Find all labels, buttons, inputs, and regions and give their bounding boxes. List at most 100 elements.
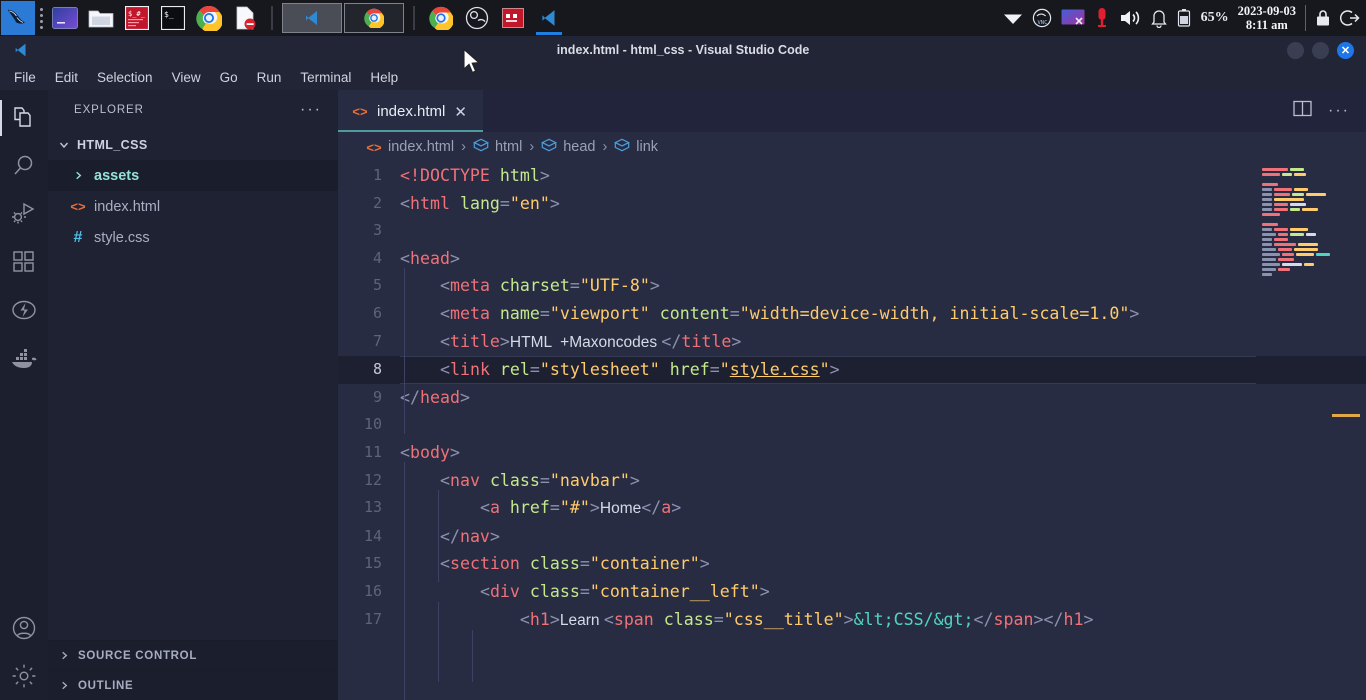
minimap[interactable] [1262, 168, 1358, 700]
menu-run[interactable]: Run [257, 70, 282, 85]
code-editor[interactable]: 1 <!DOCTYPE html> 2 <html lang="en"> 3 4 <head… [338, 162, 1366, 700]
code-line[interactable]: 6 <meta name="viewport" content="width=d… [338, 300, 1366, 328]
code-text[interactable]: <html lang="en"> [400, 190, 1366, 218]
code-line[interactable]: 5 <meta charset="UTF-8"> [338, 272, 1366, 300]
maximize-button[interactable] [1312, 42, 1329, 59]
sidebar-item-search[interactable] [0, 142, 48, 190]
obs-tray-icon[interactable] [462, 4, 492, 32]
code-line[interactable]: 7 <title>HTML +Maxoncodes </title> [338, 328, 1366, 357]
code-text[interactable] [400, 217, 1366, 245]
breadcrumb[interactable]: <> index.html › html › head › link [338, 132, 1366, 162]
recorder-tray-icon[interactable] [498, 4, 528, 32]
code-text[interactable]: <a href="#">Home</a> [400, 494, 1366, 523]
battery-icon[interactable] [1177, 8, 1192, 28]
system-tray[interactable]: VNC 65% 2023-09-03 8:11 am [1003, 0, 1366, 36]
code-text[interactable]: <link rel="stylesheet" href="style.css"> [400, 356, 1366, 384]
taskbar-vscode-window[interactable] [282, 3, 342, 33]
menu-file[interactable]: File [14, 70, 36, 85]
code-text[interactable]: <nav class="navbar"> [400, 467, 1366, 495]
wifi-icon[interactable] [1003, 10, 1023, 26]
code-line[interactable]: 4 <head> [338, 245, 1366, 273]
ellipsis-icon[interactable]: ··· [300, 102, 322, 118]
code-text[interactable]: <meta charset="UTF-8"> [400, 272, 1366, 300]
code-line[interactable]: 11 <body> [338, 439, 1366, 467]
code-text[interactable]: </head> [400, 384, 1366, 412]
tab-index-html[interactable]: <> index.html ✕ [338, 90, 483, 132]
ellipsis-icon[interactable]: ··· [1328, 103, 1350, 119]
breadcrumb-file[interactable]: <> index.html [366, 139, 454, 155]
list-item-index-html[interactable]: <> index.html [48, 191, 338, 222]
code-text[interactable]: <!DOCTYPE html> [400, 162, 1366, 190]
sidebar-item-extensions[interactable] [0, 238, 48, 286]
lock-icon[interactable] [1315, 8, 1331, 28]
activity-bar[interactable] [0, 90, 48, 700]
os-taskbar[interactable]: $_#_ $_ VNC 65% 2023-09-03 8:11 am [0, 0, 1366, 36]
code-line[interactable]: 15 <section class="container"> [338, 550, 1366, 578]
close-icon[interactable]: ✕ [454, 103, 467, 121]
menu-go[interactable]: Go [220, 70, 238, 85]
sidebar-item-settings[interactable] [0, 652, 48, 700]
code-line[interactable]: 3 [338, 217, 1366, 245]
code-line[interactable]: 16 <div class="container__left"> [338, 578, 1366, 606]
vnc-icon[interactable]: VNC [1032, 8, 1052, 28]
taskbar-chrome-window[interactable] [344, 3, 404, 33]
breadcrumb-head[interactable]: head [541, 138, 595, 156]
code-text[interactable]: <body> [400, 439, 1366, 467]
breadcrumb-link[interactable]: link [614, 138, 658, 156]
terminal-gradient-icon[interactable] [50, 4, 80, 32]
code-line[interactable]: 2 <html lang="en"> [338, 190, 1366, 218]
code-line[interactable]: 8 <link rel="stylesheet" href="style.css… [338, 356, 1366, 384]
microphone-icon[interactable] [1094, 7, 1110, 29]
display-icon[interactable] [1061, 9, 1085, 27]
breadcrumb-html[interactable]: html [472, 138, 522, 156]
list-item-assets[interactable]: assets [48, 160, 338, 191]
code-line[interactable]: 10 [338, 411, 1366, 439]
kali-menu-icon[interactable] [1, 1, 35, 35]
editor-toolbar[interactable]: ··· [1293, 90, 1366, 132]
root-terminal-icon[interactable]: $_#_ [122, 4, 152, 32]
sidebar-item-explorer[interactable] [0, 94, 48, 142]
menubar[interactable]: File Edit Selection View Go Run Terminal… [0, 64, 1366, 90]
code-text[interactable]: <head> [400, 245, 1366, 273]
file-manager-icon[interactable] [86, 4, 116, 32]
menu-help[interactable]: Help [370, 70, 398, 85]
code-text[interactable] [400, 411, 1366, 439]
code-text[interactable]: <title>HTML +Maxoncodes </title> [400, 328, 1366, 357]
clock[interactable]: 2023-09-03 8:11 am [1238, 4, 1296, 32]
code-line[interactable]: 14 </nav> [338, 523, 1366, 551]
code-line[interactable]: 12 <nav class="navbar"> [338, 467, 1366, 495]
section-source-control[interactable]: SOURCE CONTROL [48, 640, 338, 670]
code-line[interactable]: 1 <!DOCTYPE html> [338, 162, 1366, 190]
sidebar-item-docker[interactable] [0, 334, 48, 382]
section-outline[interactable]: OUTLINE [48, 670, 338, 700]
terminal-icon[interactable]: $_ [158, 4, 188, 32]
code-text[interactable]: </nav> [400, 523, 1366, 551]
chrome-tray-icon[interactable] [426, 4, 456, 32]
menu-view[interactable]: View [172, 70, 201, 85]
text-editor-icon[interactable] [230, 4, 260, 32]
menu-terminal[interactable]: Terminal [300, 70, 351, 85]
code-line[interactable]: 9 </head> [338, 384, 1366, 412]
minimize-button[interactable] [1287, 42, 1304, 59]
sidebar-item-live-server[interactable] [0, 286, 48, 334]
window-controls[interactable]: ✕ [1287, 42, 1354, 59]
list-item-style-css[interactable]: # style.css [48, 222, 338, 253]
volume-icon[interactable] [1119, 8, 1141, 28]
menu-edit[interactable]: Edit [55, 70, 78, 85]
split-editor-icon[interactable] [1293, 100, 1312, 122]
code-text[interactable]: <meta name="viewport" content="width=dev… [400, 300, 1366, 328]
code-text[interactable]: <div class="container__left"> [400, 578, 1366, 606]
editor-tabs[interactable]: <> index.html ✕ ··· [338, 90, 1366, 132]
menu-selection[interactable]: Selection [97, 70, 153, 85]
bell-icon[interactable] [1150, 8, 1168, 28]
chrome-icon[interactable] [194, 4, 224, 32]
sidebar-item-accounts[interactable] [0, 604, 48, 652]
panel-handle[interactable] [35, 1, 47, 35]
code-text[interactable]: <h1>Learn <span class="css__title">&lt;C… [400, 606, 1366, 635]
close-button[interactable]: ✕ [1337, 42, 1354, 59]
code-line[interactable]: 13 <a href="#">Home</a> [338, 494, 1366, 523]
code-text[interactable]: <section class="container"> [400, 550, 1366, 578]
logout-icon[interactable] [1340, 8, 1360, 28]
project-root-row[interactable]: HTML_CSS [48, 130, 338, 160]
sidebar-item-run-debug[interactable] [0, 190, 48, 238]
